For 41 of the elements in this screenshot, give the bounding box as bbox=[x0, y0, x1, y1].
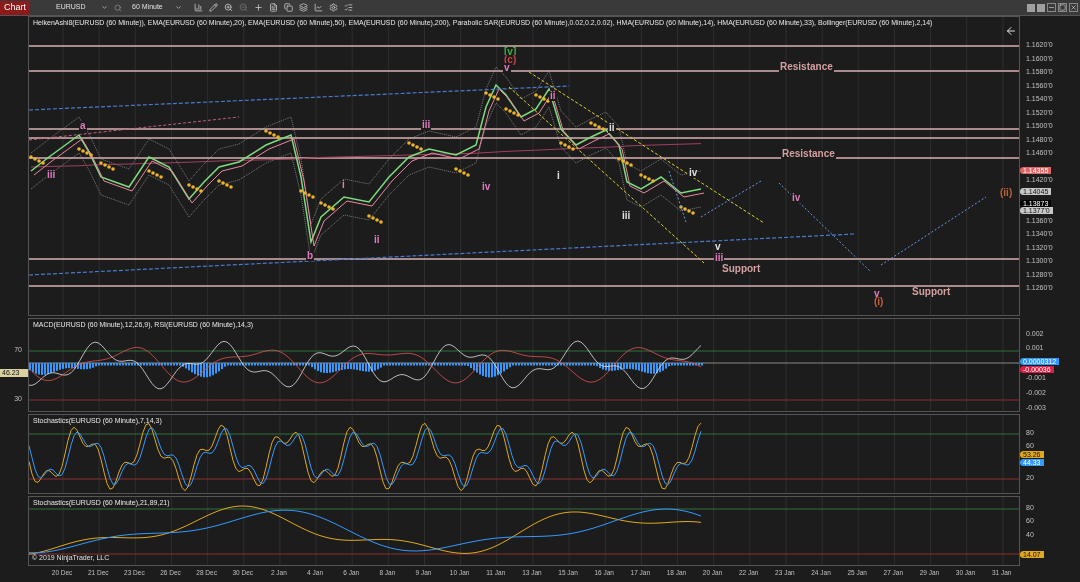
settings-icon[interactable] bbox=[329, 3, 338, 12]
pencil-icon[interactable] bbox=[209, 3, 218, 12]
wave-label: ii bbox=[549, 91, 557, 101]
wave-label: iv bbox=[481, 182, 492, 192]
wave-label: a bbox=[79, 121, 87, 131]
wave-label: v bbox=[503, 63, 511, 73]
wave-label: ii bbox=[608, 123, 616, 133]
wave-label: iii bbox=[421, 120, 432, 130]
wave-label: iii bbox=[621, 211, 632, 221]
bar-chart-icon[interactable] bbox=[194, 3, 203, 12]
wave-label: i bbox=[556, 171, 561, 181]
layers-icon[interactable] bbox=[299, 3, 308, 12]
wave-label: Resistance bbox=[781, 149, 836, 159]
close-icon[interactable] bbox=[1069, 3, 1078, 12]
wave-label: v bbox=[714, 242, 722, 252]
wave-label: Support bbox=[721, 264, 762, 274]
list-icon[interactable] bbox=[344, 3, 353, 12]
chevron-icon bbox=[175, 4, 182, 11]
wave-label: (ii) bbox=[999, 188, 1014, 198]
wave-label: iii bbox=[46, 170, 57, 180]
chevron-icon bbox=[101, 4, 108, 11]
wave-label: Resistance bbox=[779, 62, 834, 72]
wave-label: (i) bbox=[873, 297, 885, 307]
minimize-icon[interactable] bbox=[1047, 3, 1056, 12]
search-icon[interactable] bbox=[114, 3, 122, 12]
document-icon[interactable] bbox=[269, 3, 278, 12]
line-chart-icon[interactable] bbox=[314, 3, 323, 12]
wave-label: v bbox=[873, 289, 881, 299]
restore-icon[interactable] bbox=[1058, 3, 1067, 12]
wave-label: Support bbox=[911, 287, 952, 297]
back-arrow-icon[interactable] bbox=[1005, 25, 1017, 37]
chart-button[interactable]: Chart bbox=[0, 0, 30, 15]
wave-label: ii bbox=[373, 235, 381, 245]
plus-icon[interactable] bbox=[254, 3, 263, 12]
wave-label: iii bbox=[714, 253, 725, 263]
wave-label: b bbox=[306, 251, 315, 261]
copy-icon[interactable] bbox=[284, 3, 293, 12]
wave-label: i bbox=[341, 180, 346, 190]
wave-label: iv bbox=[688, 168, 699, 178]
wave-label: iv bbox=[791, 193, 802, 203]
zoom-in-icon[interactable] bbox=[224, 3, 233, 12]
